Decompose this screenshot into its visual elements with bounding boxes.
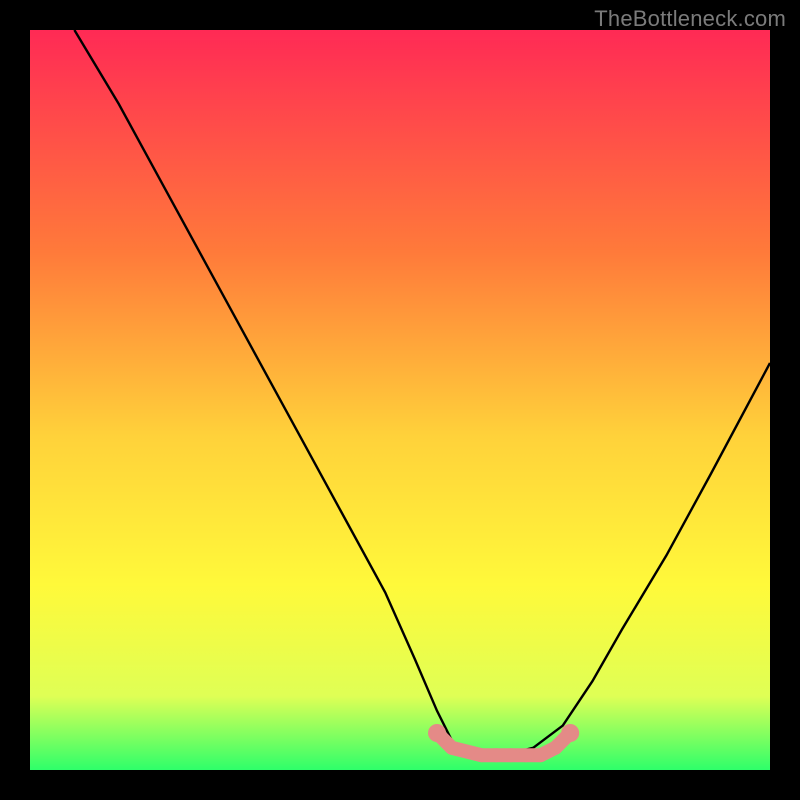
outer-frame: TheBottleneck.com [0,0,800,800]
plot-area [30,30,770,770]
marker-dot [474,748,488,762]
marker-dot [534,748,548,762]
marker-dot [504,748,518,762]
marker-dot [561,724,579,742]
gradient-background [30,30,770,770]
marker-dot [489,748,503,762]
marker-dot [428,724,446,742]
watermark-text: TheBottleneck.com [594,6,786,32]
marker-dot [445,741,459,755]
marker-dot [519,748,533,762]
marker-dot [548,741,562,755]
chart-svg [30,30,770,770]
